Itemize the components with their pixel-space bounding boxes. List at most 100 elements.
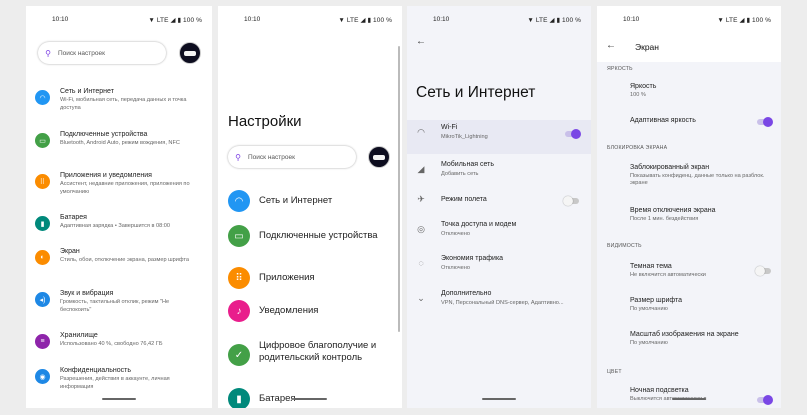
item-title: Цифровое благополучие и родительский кон… [259, 340, 377, 363]
item-title: Мобильная сеть [441, 161, 494, 168]
item-title: Уведомления [259, 305, 319, 316]
battery-icon: ▮ [35, 216, 50, 231]
dark-theme-item[interactable]: Темная тема Не включится автоматически [597, 263, 781, 293]
privacy-icon: ◉ [35, 369, 50, 384]
item-desc: Не включится автоматически [630, 272, 706, 278]
night-light-toggle[interactable] [757, 394, 773, 405]
status-indicators: ▼ LTE ◢ ▮ 100 % [148, 17, 202, 24]
brightness-item[interactable]: Яркость 100 % [597, 83, 781, 113]
item-title: Хранилище [60, 332, 98, 339]
item-title: Приложения и уведомления [60, 172, 152, 179]
settings-item[interactable]: ⠿ Приложения [228, 265, 402, 291]
display-screen: 10:10 ▼ LTE ◢ ▮ 100 % ← Экран ЯРКОСТЬ Яр… [597, 6, 781, 408]
status-indicators: ▼ LTE ◢ ▮ 100 % [338, 17, 392, 24]
adaptive-brightness-item[interactable]: Адаптивная яркость [597, 116, 781, 147]
settings-item[interactable]: ◐ Экран Стиль, обои, отключение экрана, ра… [26, 246, 212, 284]
status-time: 10:10 [623, 16, 640, 23]
dark-theme-toggle[interactable] [755, 265, 771, 276]
gesture-bar[interactable] [102, 398, 136, 400]
toggle-switch[interactable] [563, 195, 579, 206]
item-title: Батарея [259, 393, 296, 404]
status-indicators: ▼ LTE ◢ ▮ 100 % [527, 17, 581, 24]
wifi-icon: ◠ [228, 190, 250, 212]
status-indicators: ▼ LTE ◢ ▮ 100 % [717, 17, 771, 24]
toggle-switch[interactable] [565, 128, 581, 139]
network-internet-screen: 10:10 ▼ LTE ◢ ▮ 100 % ← Сеть и Интернет … [407, 6, 591, 408]
settings-item[interactable]: ▮ Батарея [228, 386, 402, 408]
page-title: Сеть и Интернет [416, 84, 536, 101]
settings-item[interactable]: ▭ Подключенные устройства [228, 223, 402, 249]
item-desc: По умолчанию [630, 340, 668, 346]
back-arrow-icon[interactable]: ← [416, 36, 426, 47]
network-item[interactable]: ◎ Точка доступа и модем Отключено [407, 217, 591, 251]
wifi-icon: ◠ [417, 127, 425, 137]
item-title: Темная тема [630, 263, 672, 270]
item-desc: Ассистент, недавние приложения, приложен… [60, 181, 190, 195]
airplane-icon: ✈ [417, 194, 425, 204]
wifi-icon: ◠ [35, 90, 50, 105]
display-size-item[interactable]: Масштаб изображения на экране По умолчан… [597, 331, 781, 361]
avatar[interactable] [179, 42, 201, 64]
hotspot-icon: ◎ [417, 224, 425, 234]
settings-item[interactable]: ◠ Сеть и Интернет Wi-Fi, мобильная сеть, п… [26, 86, 212, 124]
search-bar[interactable]: ⚲ Поиск настроек [38, 42, 166, 64]
item-desc: Bluetooth, Android Auto, режим вождения,… [60, 140, 180, 146]
settings-item[interactable]: ✓ Цифровое благополучие и родительский ко… [228, 338, 402, 366]
network-item[interactable]: ⌄ Дополнительно VPN, Персональный DNS-серв… [407, 286, 591, 320]
wellbeing-icon: ✓ [228, 344, 250, 366]
settings-item[interactable]: ♪ Уведомления [228, 298, 402, 324]
network-item[interactable]: ◢ Мобильная сеть Добавить сеть [407, 157, 591, 191]
search-icon: ⚲ [235, 152, 241, 162]
settings-item[interactable]: ⠿ Приложения и уведомления Ассистент, неда… [26, 170, 212, 208]
settings-item[interactable]: ≡ Хранилище Использовано 40 %, свободно 76… [26, 330, 212, 368]
settings-item[interactable]: ◉ Конфиденциальность Разрешения, действия … [26, 365, 212, 403]
section-brightness: ЯРКОСТЬ [607, 66, 633, 72]
battery-icon: ▮ [228, 388, 250, 408]
settings-item[interactable]: ◂) Звук и вибрация Громкость, тактильный о… [26, 288, 212, 326]
item-desc: Отключено [441, 265, 470, 271]
lockscreen-item[interactable]: Заблокированный экран Показывать конфиде… [597, 164, 781, 194]
screen-timeout-item[interactable]: Время отключения экрана После 1 мин. без… [597, 207, 781, 237]
network-item[interactable]: ◠ Wi-Fi MikroTik_Lightning [407, 120, 591, 154]
item-title: Яркость [630, 83, 657, 90]
status-bar: 10:10 ▼ LTE ◢ ▮ 100 % [218, 15, 402, 27]
settings-home-screen-large: 10:10 ▼ LTE ◢ ▮ 100 % Настройки ⚲ Поиск … [218, 6, 402, 408]
item-title: Экран [60, 248, 80, 255]
avatar[interactable] [368, 146, 390, 168]
devices-icon: ▭ [35, 133, 50, 148]
item-title: Подключенные устройства [259, 230, 378, 241]
search-bar[interactable]: ⚲ Поиск настроек [228, 146, 356, 168]
item-desc: Громкость, тактильный отклик, режим "Не … [60, 299, 170, 313]
settings-item[interactable]: ▭ Подключенные устройства Bluetooth, Andro… [26, 129, 212, 167]
settings-item[interactable]: ◠ Сеть и Интернет [228, 188, 402, 214]
settings-home-screen: 10:10 ▼ LTE ◢ ▮ 100 % ⚲ Поиск настроек ◠… [26, 6, 212, 408]
item-desc: Стиль, обои, отключение экрана, размер ш… [60, 257, 189, 263]
notifications-icon: ♪ [228, 300, 250, 322]
item-desc: Разрешения, действия в аккаунте, личная … [60, 376, 170, 390]
item-desc: После 1 мин. бездействия [630, 216, 699, 222]
page-title: Экран [635, 42, 659, 52]
status-time: 10:10 [433, 16, 450, 23]
network-item[interactable]: ◌ Экономия трафика Отключено [407, 251, 591, 285]
item-desc: VPN, Персональный DNS-сервер, Адаптивно.… [441, 300, 564, 306]
item-title: Ночная подсветка [630, 387, 689, 394]
item-title: Режим полета [441, 196, 487, 203]
gesture-bar[interactable] [482, 398, 516, 400]
sound-icon: ◂) [35, 292, 50, 307]
item-title: Звук и вибрация [60, 290, 114, 297]
settings-item[interactable]: ▮ Батарея Адаптивная зарядка • Завершится … [26, 212, 212, 250]
scrollbar[interactable] [398, 46, 400, 332]
gesture-bar[interactable] [672, 398, 706, 400]
back-arrow-icon[interactable]: ← [606, 40, 616, 51]
gesture-bar[interactable] [293, 398, 327, 400]
font-size-item[interactable]: Размер шрифта По умолчанию [597, 297, 781, 327]
item-desc: MikroTik_Lightning [441, 134, 488, 140]
adaptive-brightness-toggle[interactable] [757, 116, 773, 127]
item-title: Экономия трафика [441, 255, 504, 262]
network-item[interactable]: ✈ Режим полета [407, 187, 591, 221]
devices-icon: ▭ [228, 225, 250, 247]
item-desc: Добавить сеть [441, 171, 479, 177]
section-lockscreen: БЛОКИРОВКА ЭКРАНА [607, 145, 668, 151]
item-title: Сеть и Интернет [60, 88, 114, 95]
status-bar: 10:10 ▼ LTE ◢ ▮ 100 % [26, 15, 212, 27]
